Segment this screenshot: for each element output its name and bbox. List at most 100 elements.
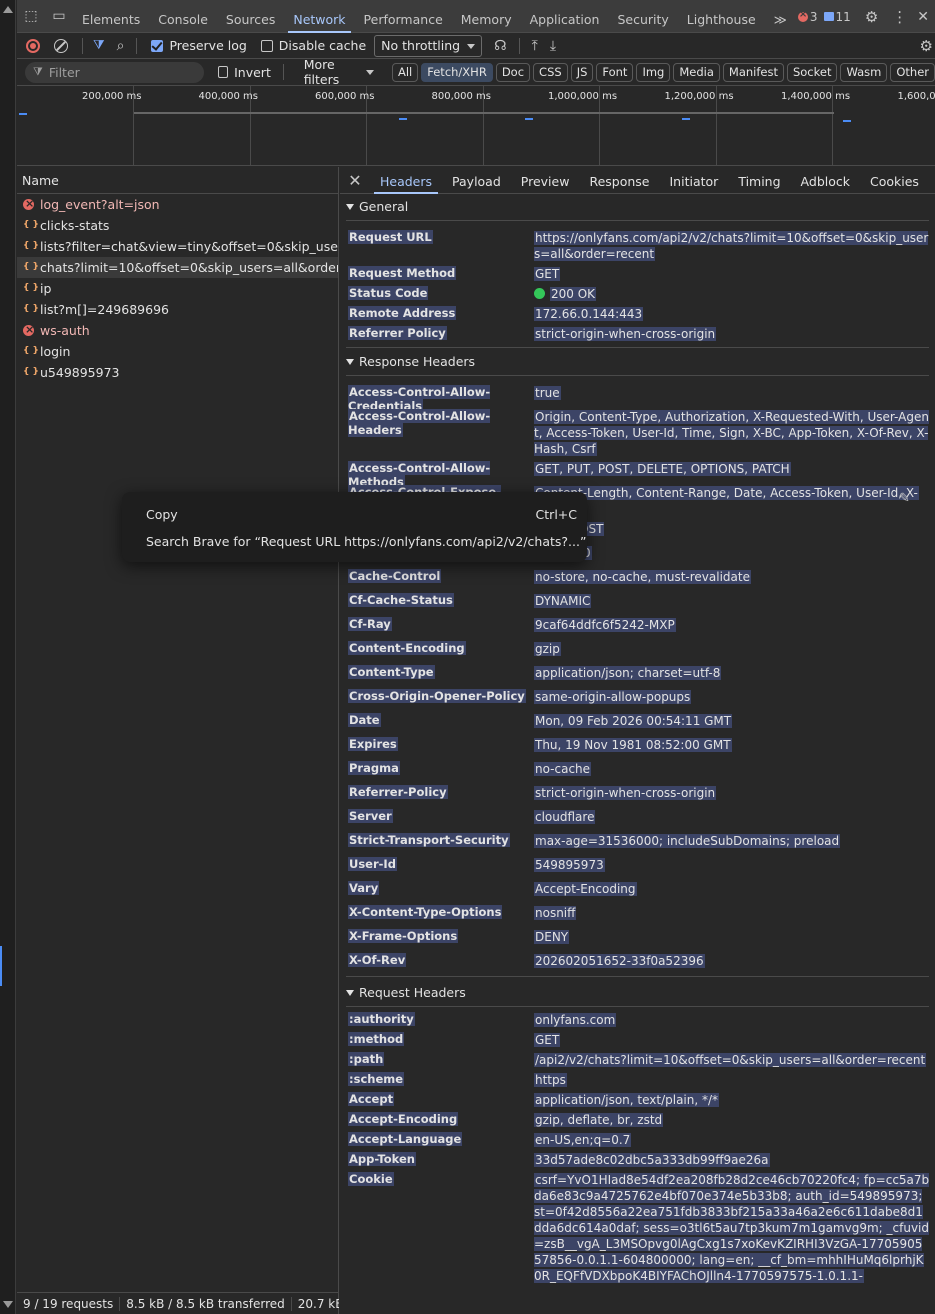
- filter-chip-doc[interactable]: Doc: [495, 62, 531, 82]
- header-value[interactable]: 33d57ade8c02dbc5a333db99ff9ae26a: [534, 1152, 930, 1168]
- request-row[interactable]: { } login: [17, 341, 338, 362]
- header-value[interactable]: GET: [534, 1032, 930, 1048]
- detail-tab-headers[interactable]: Headers: [370, 167, 442, 194]
- tab-lighthouse[interactable]: Lighthouse: [678, 0, 765, 33]
- filter-chip-media[interactable]: Media: [673, 62, 720, 82]
- header-value[interactable]: cloudflare: [534, 809, 930, 825]
- header-value[interactable]: LETE, POST: [534, 521, 930, 537]
- filter-chip-js[interactable]: JS: [570, 62, 594, 82]
- header-value[interactable]: 202602051652-33f0a52396: [534, 953, 930, 969]
- header-value[interactable]: Thu, 19 Nov 1981 08:52:00 GMT: [534, 737, 930, 753]
- detail-tab-timing[interactable]: Timing: [728, 167, 790, 194]
- detail-tab-initiator[interactable]: Initiator: [660, 167, 729, 194]
- filter-toggle-icon[interactable]: ⧩: [93, 38, 105, 53]
- edit-pencil-icon[interactable]: ✎: [899, 491, 910, 506]
- tab-console[interactable]: Console: [149, 0, 217, 33]
- section-header[interactable]: Response Headers: [340, 349, 935, 375]
- copy-menu-item[interactable]: Copy: [146, 507, 178, 522]
- request-row[interactable]: { } u549895973: [17, 362, 338, 383]
- request-row[interactable]: { } lists?filter=chat&view=tiny&offset=0&…: [17, 236, 338, 257]
- header-value[interactable]: GET, PUT, POST, DELETE, OPTIONS, PATCH: [534, 461, 930, 477]
- filter-chip-font[interactable]: Font: [596, 62, 634, 82]
- filter-chip-other[interactable]: Other: [890, 62, 935, 82]
- request-row[interactable]: log_event?alt=json: [17, 194, 338, 215]
- filter-chip-manifest[interactable]: Manifest: [722, 62, 784, 82]
- header-value[interactable]: same-origin-allow-popups: [534, 689, 930, 705]
- request-row[interactable]: { } clicks-stats: [17, 215, 338, 236]
- name-column-header[interactable]: Name: [17, 167, 338, 194]
- more-tabs-icon[interactable]: ≫: [765, 0, 796, 33]
- header-value[interactable]: 9caf64ddfc6f5242-MXP: [534, 617, 930, 633]
- request-row[interactable]: { } ip: [17, 278, 338, 299]
- header-value[interactable]: a=86400: [534, 545, 930, 561]
- tab-application[interactable]: Application: [521, 0, 609, 33]
- preserve-log-checkbox[interactable]: [151, 39, 164, 52]
- detail-tab-payload[interactable]: Payload: [442, 167, 511, 194]
- tab-performance[interactable]: Performance: [355, 0, 452, 33]
- detail-tab-adblock[interactable]: Adblock: [791, 167, 860, 194]
- tab-security[interactable]: Security: [608, 0, 677, 33]
- header-value[interactable]: onlyfans.com: [534, 1012, 930, 1028]
- filter-chip-css[interactable]: CSS: [533, 62, 568, 82]
- search-brave-menu-item[interactable]: Search Brave for “Request URL https://on…: [146, 534, 586, 549]
- header-value[interactable]: max-age=31536000; includeSubDomains; pre…: [534, 833, 930, 849]
- header-value[interactable]: GET: [534, 266, 930, 282]
- search-icon[interactable]: ⌕: [117, 38, 125, 54]
- close-devtools-icon[interactable]: ✕: [917, 9, 929, 25]
- header-value[interactable]: no-cache: [534, 761, 930, 777]
- header-value[interactable]: gzip: [534, 641, 930, 657]
- header-value[interactable]: Content-Length, Content-Range, Date, Acc…: [534, 485, 930, 501]
- network-conditions-icon[interactable]: ☊: [494, 38, 506, 54]
- header-value[interactable]: en-US,en;q=0.7: [534, 1132, 930, 1148]
- filter-chip-fetchxhr[interactable]: Fetch/XHR: [421, 62, 493, 82]
- header-value[interactable]: gzip, deflate, br, zstd: [534, 1112, 930, 1128]
- detail-tab-cookies[interactable]: Cookies: [860, 167, 929, 194]
- header-value[interactable]: strict-origin-when-cross-origin: [534, 326, 930, 342]
- section-header[interactable]: Request Headers: [340, 980, 935, 1006]
- clear-log-button[interactable]: [54, 38, 68, 53]
- more-options-icon[interactable]: ⋮: [892, 8, 907, 26]
- close-detail-icon[interactable]: ✕: [340, 171, 370, 190]
- detail-tab-response[interactable]: Response: [579, 167, 659, 194]
- header-value[interactable]: strict-origin-when-cross-origin: [534, 785, 930, 801]
- inspect-element-icon[interactable]: ⬚: [17, 0, 45, 33]
- filter-chip-wasm[interactable]: Wasm: [840, 62, 888, 82]
- filter-chip-socket[interactable]: Socket: [786, 62, 838, 82]
- header-value[interactable]: true: [534, 385, 930, 401]
- filter-input[interactable]: ⧩ Filter: [25, 61, 204, 83]
- error-badge[interactable]: 3: [797, 9, 818, 24]
- request-row[interactable]: { } chats?limit=10&offset=0&skip_users=al…: [17, 257, 338, 278]
- scroll-up-arrow-icon[interactable]: [3, 6, 13, 13]
- request-row[interactable]: ws-auth: [17, 320, 338, 341]
- header-value[interactable]: csrf=YvO1HIad8e54df2ea208fb28d2ce46cb702…: [534, 1172, 930, 1284]
- request-row[interactable]: { } list?m[]=249689696: [17, 299, 338, 320]
- header-value[interactable]: 200 OK: [534, 286, 930, 302]
- header-value[interactable]: https: [534, 1072, 930, 1088]
- header-value[interactable]: Accept-Encoding: [534, 881, 930, 897]
- network-settings-gear-icon[interactable]: ⚙: [920, 37, 933, 55]
- invert-checkbox[interactable]: [217, 66, 229, 78]
- settings-gear-icon[interactable]: ⚙: [865, 8, 878, 26]
- section-header[interactable]: General: [340, 194, 935, 220]
- tab-sources[interactable]: Sources: [217, 0, 284, 33]
- import-har-icon[interactable]: ⤒: [532, 38, 538, 54]
- device-toolbar-icon[interactable]: ▭: [45, 0, 73, 33]
- header-value[interactable]: no-store, no-cache, must-revalidate: [534, 569, 930, 585]
- header-value[interactable]: DENY: [534, 929, 930, 945]
- left-scrollbar[interactable]: [0, 0, 16, 1314]
- header-value[interactable]: DYNAMIC: [534, 593, 930, 609]
- disable-cache-checkbox[interactable]: [260, 39, 273, 52]
- message-badge[interactable]: 11: [823, 10, 851, 24]
- filter-chip-img[interactable]: Img: [636, 62, 671, 82]
- throttling-select[interactable]: No throttling: [374, 34, 483, 57]
- header-value[interactable]: 549895973: [534, 857, 930, 873]
- header-value[interactable]: https://onlyfans.com/api2/v2/chats?limit…: [534, 230, 930, 262]
- more-filters-dropdown[interactable]: More filters: [304, 57, 374, 87]
- header-value[interactable]: Origin, Content-Type, Authorization, X-R…: [534, 409, 930, 457]
- header-value[interactable]: 172.66.0.144:443: [534, 306, 930, 322]
- timeline-overview[interactable]: 200,000 ms 400,000 ms 600,000 ms 800,000 ms…: [17, 86, 935, 166]
- header-value[interactable]: Mon, 09 Feb 2026 00:54:11 GMT: [534, 713, 930, 729]
- header-value[interactable]: nosniff: [534, 905, 930, 921]
- export-har-icon[interactable]: ⤓: [550, 38, 556, 54]
- scroll-down-arrow-icon[interactable]: [3, 1301, 13, 1308]
